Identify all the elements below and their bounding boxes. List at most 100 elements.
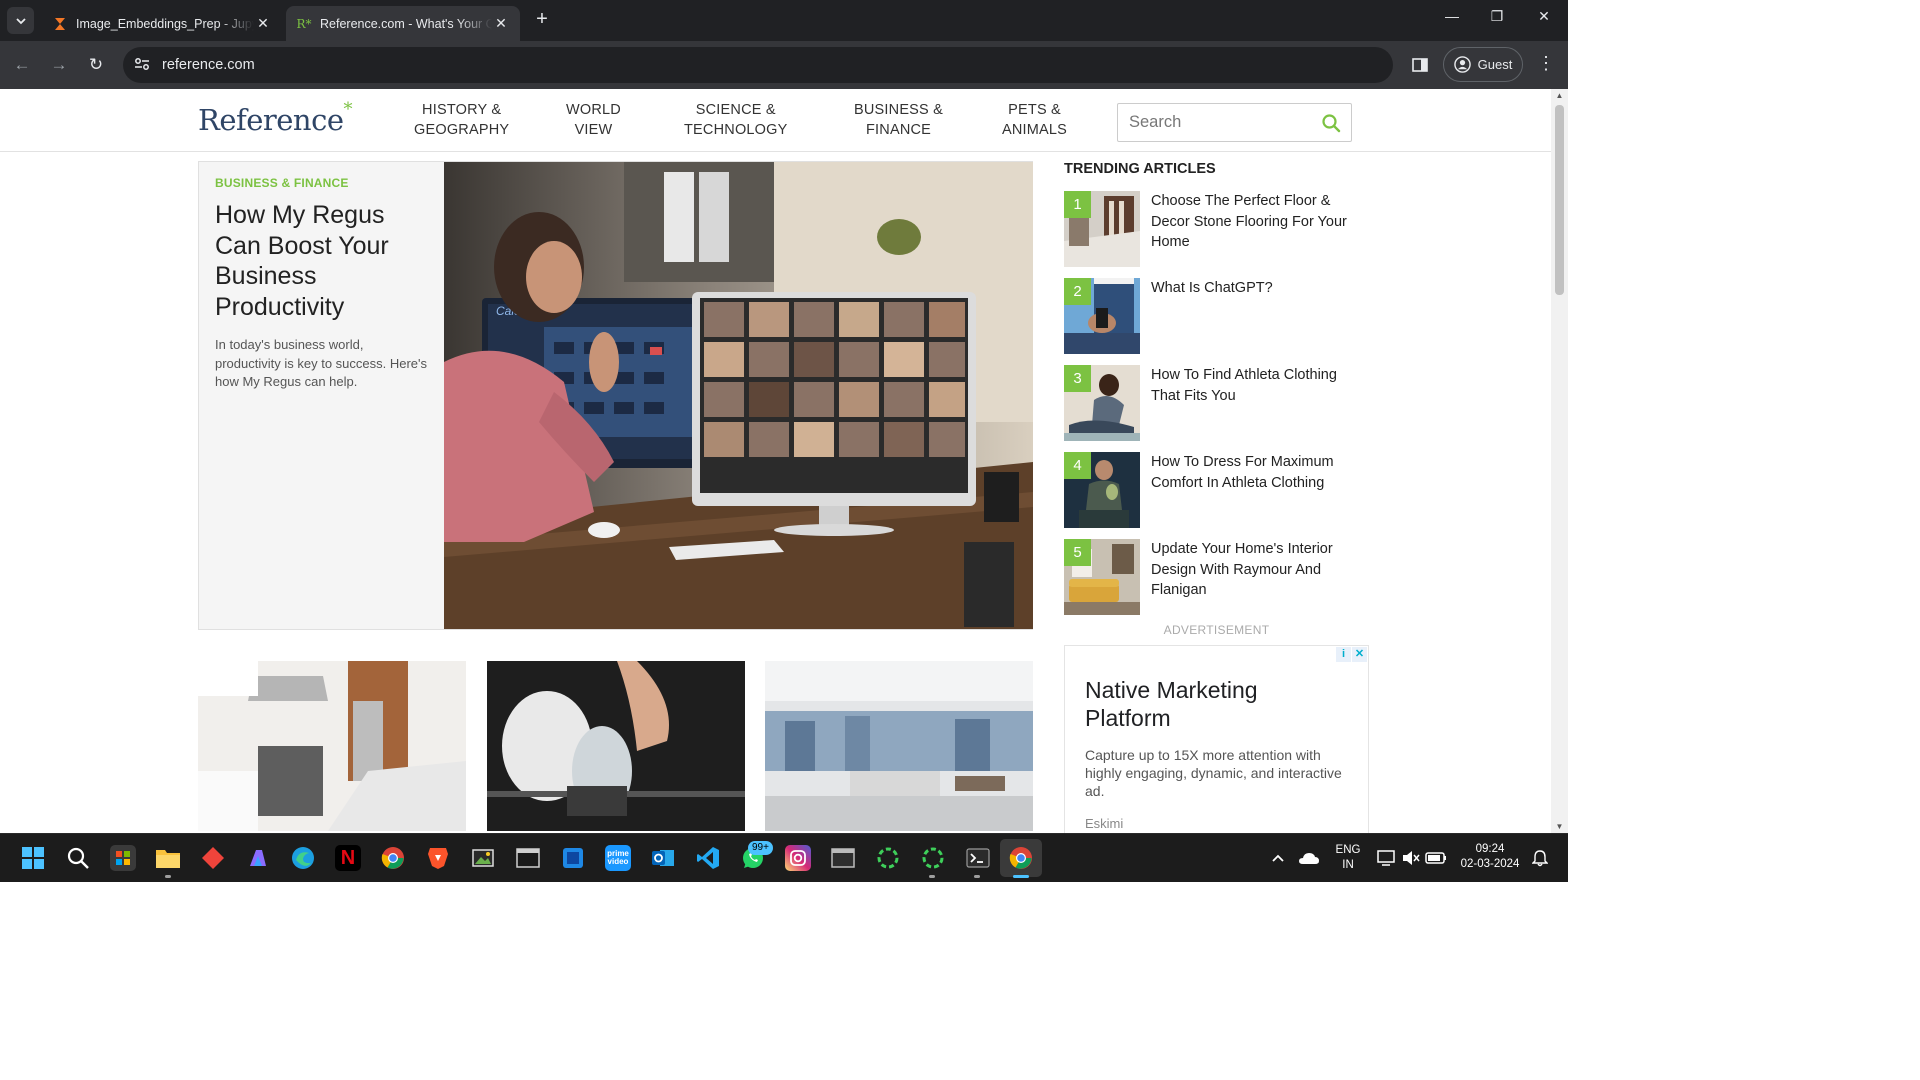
notification-badge: 99+ <box>748 841 773 855</box>
windows-start-icon[interactable] <box>20 845 46 871</box>
advertisement-label: ADVERTISEMENT <box>1163 623 1270 637</box>
more-menu-icon[interactable]: ⋮ <box>1536 53 1556 74</box>
reference-favicon: R* <box>296 16 312 31</box>
nav-business-finance[interactable]: BUSINESS & FINANCE <box>854 100 943 140</box>
file-explorer-icon[interactable] <box>155 845 181 871</box>
ad-brand[interactable]: Eskimi <box>1085 816 1348 831</box>
nav-world-view[interactable]: WORLD VIEW <box>566 100 621 140</box>
tab-search-button[interactable] <box>7 7 34 34</box>
loading-app-icon[interactable] <box>920 845 946 871</box>
restore-icon[interactable]: ❐ <box>1482 8 1512 25</box>
network-icon[interactable] <box>1373 845 1399 871</box>
trending-thumbnail[interactable]: 1 <box>1064 191 1140 267</box>
featured-article-text: BUSINESS & FINANCE How My Regus Can Boos… <box>199 162 444 629</box>
ad-close-icon[interactable]: ✕ <box>1352 647 1367 662</box>
trending-thumbnail[interactable]: 2 <box>1064 278 1140 354</box>
article-title[interactable]: How My Regus Can Boost Your Business Pro… <box>215 200 428 322</box>
battery-icon[interactable] <box>1423 845 1449 871</box>
browser-toolbar: ← → ↻ reference.com Guest ⋮ <box>0 41 1568 89</box>
trending-item[interactable]: 4 How To Dress For Maximum Comfort In At… <box>1064 452 1364 530</box>
ad-description: Capture up to 15X more attention with hi… <box>1085 747 1342 799</box>
vscode-icon[interactable] <box>695 845 721 871</box>
trending-item[interactable]: 5 Update Your Home's Interior Design Wit… <box>1064 539 1364 617</box>
search-icon[interactable] <box>65 845 91 871</box>
trending-item[interactable]: 3 How To Find Athleta Clothing That Fits… <box>1064 365 1364 443</box>
site-logo[interactable]: Reference* <box>198 99 352 137</box>
prime-video-icon[interactable]: prime video <box>605 845 631 871</box>
copilot-icon[interactable] <box>245 845 271 871</box>
browser-tab-reference[interactable]: R* Reference.com - What's Your Question?… <box>286 6 520 41</box>
volume-muted-icon[interactable] <box>1398 845 1424 871</box>
nav-pets-animals[interactable]: PETS & ANIMALS <box>1002 100 1067 140</box>
nav-history-geography[interactable]: HISTORY & GEOGRAPHY <box>414 100 509 140</box>
search-icon[interactable] <box>1321 113 1341 138</box>
side-panel-icon[interactable] <box>1409 54 1431 76</box>
edge-icon[interactable] <box>290 845 316 871</box>
reload-icon[interactable]: ↻ <box>84 53 108 77</box>
image-viewer-icon[interactable] <box>470 845 496 871</box>
trending-thumbnail[interactable]: 3 <box>1064 365 1140 441</box>
clock[interactable]: 09:24 02-03-2024 <box>1455 842 1525 872</box>
trending-item[interactable]: 1 Choose The Perfect Floor & Decor Stone… <box>1064 191 1364 269</box>
anydesk-icon[interactable] <box>200 845 226 871</box>
browser-tab-jupyter[interactable]: Image_Embeddings_Prep - Jupyter ✕ <box>42 6 282 41</box>
article-card-image[interactable] <box>198 661 466 831</box>
article-category[interactable]: BUSINESS & FINANCE <box>215 176 428 190</box>
trending-title[interactable]: How To Find Athleta Clothing That Fits Y… <box>1151 365 1356 406</box>
ad-choices[interactable]: i ✕ <box>1335 647 1367 662</box>
store-icon[interactable] <box>110 845 136 871</box>
outlook-icon[interactable] <box>650 845 676 871</box>
featured-article-image[interactable]: Calendar <box>444 162 1033 629</box>
notification-bell-icon[interactable] <box>1527 845 1553 871</box>
article-card-image[interactable] <box>487 661 745 831</box>
tab-title: Reference.com - What's Your Question? <box>320 16 492 31</box>
new-tab-button[interactable]: + <box>530 8 554 32</box>
profile-button[interactable]: Guest <box>1443 47 1523 82</box>
ad-title[interactable]: Native Marketing Platform <box>1085 676 1348 732</box>
scroll-thumb[interactable] <box>1555 105 1564 295</box>
trending-thumbnail[interactable]: 4 <box>1064 452 1140 528</box>
trending-thumbnail[interactable]: 5 <box>1064 539 1140 615</box>
site-settings-icon[interactable] <box>125 57 159 74</box>
article-card-image[interactable] <box>765 661 1033 831</box>
close-tab-icon[interactable]: ✕ <box>254 15 272 32</box>
terminal-icon[interactable] <box>965 845 991 871</box>
trending-heading: TRENDING ARTICLES <box>1064 161 1216 177</box>
address-bar[interactable]: reference.com <box>123 47 1393 83</box>
trending-title[interactable]: Choose The Perfect Floor & Decor Stone F… <box>1151 191 1356 253</box>
page-viewport: Reference* HISTORY & GEOGRAPHY WORLD VIEW … <box>0 89 1568 833</box>
nav-science-technology[interactable]: SCIENCE & TECHNOLOGY <box>684 100 788 140</box>
trending-title[interactable]: Update Your Home's Interior Design With … <box>1151 539 1356 601</box>
scroll-down-icon[interactable]: ▼ <box>1551 822 1568 831</box>
page-scrollbar[interactable]: ▲ ▼ <box>1551 89 1568 833</box>
search-box <box>1117 103 1352 142</box>
forward-arrow-icon[interactable]: → <box>47 53 71 77</box>
app-window-icon[interactable] <box>830 845 856 871</box>
search-input[interactable] <box>1129 113 1309 132</box>
url-text: reference.com <box>162 57 255 73</box>
ad-info-icon[interactable]: i <box>1336 647 1351 662</box>
profile-label: Guest <box>1477 57 1513 72</box>
onedrive-icon[interactable] <box>1296 845 1322 871</box>
scroll-up-icon[interactable]: ▲ <box>1551 91 1568 100</box>
terminal-window-icon[interactable] <box>515 845 541 871</box>
instagram-icon[interactable] <box>785 845 811 871</box>
brave-icon[interactable] <box>425 845 451 871</box>
trending-item[interactable]: 2 What Is ChatGPT? <box>1064 278 1364 356</box>
chevron-up-icon[interactable] <box>1265 845 1291 871</box>
language-indicator[interactable]: ENG IN <box>1332 843 1364 873</box>
close-window-icon[interactable]: ✕ <box>1529 8 1559 25</box>
ad-unit[interactable]: i ✕ Native Marketing Platform Capture up… <box>1064 645 1369 833</box>
chrome-icon[interactable] <box>380 845 406 871</box>
back-arrow-icon[interactable]: ← <box>10 53 34 77</box>
trending-title[interactable]: What Is ChatGPT? <box>1151 278 1356 299</box>
chrome-active-icon[interactable] <box>1000 839 1042 877</box>
windows-app-icon[interactable] <box>560 845 586 871</box>
trending-title[interactable]: How To Dress For Maximum Comfort In Athl… <box>1151 452 1356 493</box>
loading-app-icon[interactable] <box>875 845 901 871</box>
netflix-icon[interactable]: N <box>335 845 361 871</box>
minimize-icon[interactable]: — <box>1437 8 1467 24</box>
featured-article[interactable]: BUSINESS & FINANCE How My Regus Can Boos… <box>198 161 1033 630</box>
close-tab-icon[interactable]: ✕ <box>492 15 510 32</box>
hourglass-icon <box>52 16 68 32</box>
